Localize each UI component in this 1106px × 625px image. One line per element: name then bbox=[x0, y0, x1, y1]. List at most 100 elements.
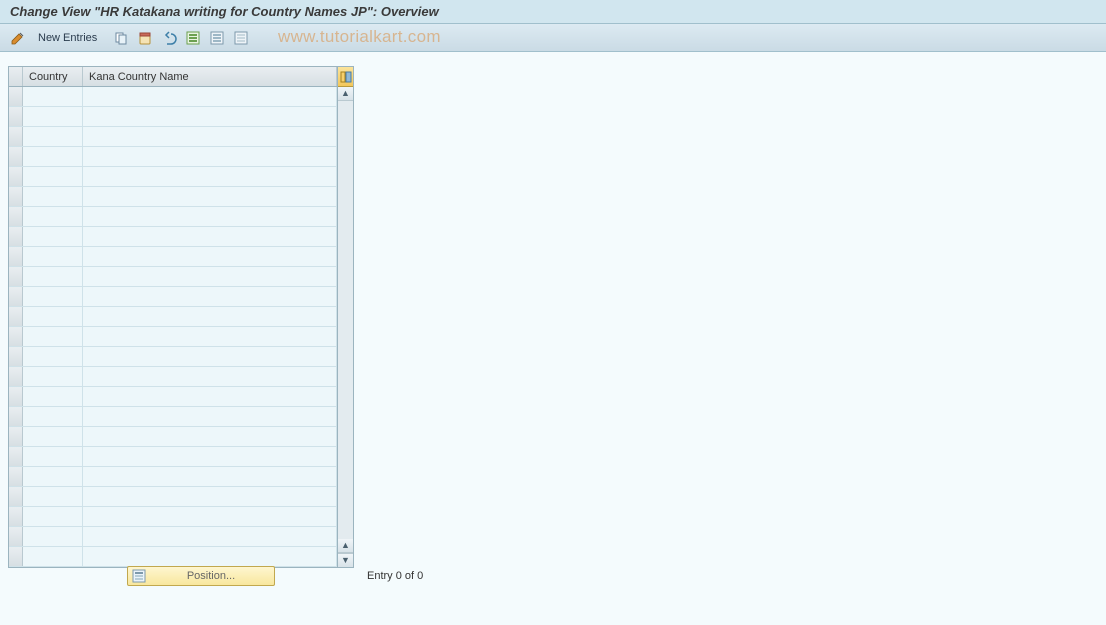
cell-kana-country-name[interactable] bbox=[83, 207, 337, 226]
cell-kana-country-name[interactable] bbox=[83, 487, 337, 506]
cell-country[interactable] bbox=[23, 247, 83, 266]
cell-kana-country-name[interactable] bbox=[83, 467, 337, 486]
cell-kana-country-name[interactable] bbox=[83, 127, 337, 146]
cell-country[interactable] bbox=[23, 307, 83, 326]
cell-kana-country-name[interactable] bbox=[83, 387, 337, 406]
cell-country[interactable] bbox=[23, 387, 83, 406]
row-selector[interactable] bbox=[9, 507, 23, 526]
row-selector[interactable] bbox=[9, 167, 23, 186]
vertical-scrollbar: ▲ ▲ ▼ bbox=[337, 67, 353, 567]
table-row bbox=[9, 467, 337, 487]
cell-kana-country-name[interactable] bbox=[83, 167, 337, 186]
row-selector[interactable] bbox=[9, 147, 23, 166]
row-selector[interactable] bbox=[9, 487, 23, 506]
cell-country[interactable] bbox=[23, 547, 83, 566]
row-selector[interactable] bbox=[9, 267, 23, 286]
copy-as-icon[interactable] bbox=[111, 28, 131, 48]
cell-kana-country-name[interactable] bbox=[83, 287, 337, 306]
cell-country[interactable] bbox=[23, 447, 83, 466]
deselect-all-icon[interactable] bbox=[231, 28, 251, 48]
cell-kana-country-name[interactable] bbox=[83, 227, 337, 246]
cell-country[interactable] bbox=[23, 87, 83, 106]
cell-kana-country-name[interactable] bbox=[83, 507, 337, 526]
cell-country[interactable] bbox=[23, 127, 83, 146]
cell-country[interactable] bbox=[23, 407, 83, 426]
table-header-row: Country Kana Country Name bbox=[9, 67, 337, 87]
row-selector[interactable] bbox=[9, 227, 23, 246]
row-selector[interactable] bbox=[9, 327, 23, 346]
position-button[interactable]: Position... bbox=[127, 566, 275, 586]
row-selector[interactable] bbox=[9, 307, 23, 326]
cell-country[interactable] bbox=[23, 107, 83, 126]
scroll-down-button[interactable]: ▼ bbox=[338, 553, 353, 567]
cell-country[interactable] bbox=[23, 227, 83, 246]
cell-country[interactable] bbox=[23, 327, 83, 346]
table-row bbox=[9, 407, 337, 427]
row-selector[interactable] bbox=[9, 387, 23, 406]
scroll-up-button[interactable]: ▲ bbox=[338, 87, 353, 101]
cell-kana-country-name[interactable] bbox=[83, 447, 337, 466]
table-row bbox=[9, 207, 337, 227]
row-selector[interactable] bbox=[9, 407, 23, 426]
new-entries-button[interactable]: New Entries bbox=[32, 30, 103, 46]
cell-country[interactable] bbox=[23, 267, 83, 286]
cell-country[interactable] bbox=[23, 367, 83, 386]
table-row bbox=[9, 107, 337, 127]
row-selector[interactable] bbox=[9, 427, 23, 446]
row-selector[interactable] bbox=[9, 127, 23, 146]
cell-country[interactable] bbox=[23, 527, 83, 546]
footer-bar: Position... Entry 0 of 0 bbox=[0, 566, 1106, 586]
cell-country[interactable] bbox=[23, 207, 83, 226]
cell-kana-country-name[interactable] bbox=[83, 267, 337, 286]
scrollbar-track[interactable] bbox=[338, 101, 353, 539]
row-selector[interactable] bbox=[9, 547, 23, 566]
row-selector[interactable] bbox=[9, 287, 23, 306]
cell-country[interactable] bbox=[23, 487, 83, 506]
display-change-toggle-icon[interactable] bbox=[8, 28, 28, 48]
scroll-up-step-button[interactable]: ▲ bbox=[338, 539, 353, 553]
cell-country[interactable] bbox=[23, 427, 83, 446]
cell-country[interactable] bbox=[23, 467, 83, 486]
cell-kana-country-name[interactable] bbox=[83, 547, 337, 566]
cell-kana-country-name[interactable] bbox=[83, 367, 337, 386]
cell-country[interactable] bbox=[23, 147, 83, 166]
table-settings-icon[interactable] bbox=[338, 67, 353, 87]
row-selector[interactable] bbox=[9, 447, 23, 466]
row-selector[interactable] bbox=[9, 207, 23, 226]
row-selector[interactable] bbox=[9, 347, 23, 366]
delete-icon[interactable] bbox=[135, 28, 155, 48]
cell-country[interactable] bbox=[23, 287, 83, 306]
cell-kana-country-name[interactable] bbox=[83, 327, 337, 346]
select-all-icon[interactable] bbox=[183, 28, 203, 48]
row-selector[interactable] bbox=[9, 107, 23, 126]
cell-country[interactable] bbox=[23, 167, 83, 186]
cell-kana-country-name[interactable] bbox=[83, 527, 337, 546]
cell-kana-country-name[interactable] bbox=[83, 187, 337, 206]
triangle-down-icon: ▼ bbox=[341, 556, 350, 565]
cell-country[interactable] bbox=[23, 507, 83, 526]
cell-kana-country-name[interactable] bbox=[83, 307, 337, 326]
undo-icon[interactable] bbox=[159, 28, 179, 48]
cell-kana-country-name[interactable] bbox=[83, 247, 337, 266]
cell-kana-country-name[interactable] bbox=[83, 407, 337, 426]
row-selector[interactable] bbox=[9, 467, 23, 486]
row-selector[interactable] bbox=[9, 527, 23, 546]
select-block-icon[interactable] bbox=[207, 28, 227, 48]
table-row bbox=[9, 267, 337, 287]
cell-kana-country-name[interactable] bbox=[83, 347, 337, 366]
row-selector[interactable] bbox=[9, 187, 23, 206]
table-row bbox=[9, 487, 337, 507]
row-selector[interactable] bbox=[9, 247, 23, 266]
table-row bbox=[9, 347, 337, 367]
row-selector-header[interactable] bbox=[9, 67, 23, 86]
column-header-country[interactable]: Country bbox=[23, 67, 83, 86]
cell-country[interactable] bbox=[23, 347, 83, 366]
column-header-kana-country-name[interactable]: Kana Country Name bbox=[83, 67, 337, 86]
cell-kana-country-name[interactable] bbox=[83, 87, 337, 106]
cell-country[interactable] bbox=[23, 187, 83, 206]
cell-kana-country-name[interactable] bbox=[83, 107, 337, 126]
row-selector[interactable] bbox=[9, 87, 23, 106]
row-selector[interactable] bbox=[9, 367, 23, 386]
cell-kana-country-name[interactable] bbox=[83, 427, 337, 446]
cell-kana-country-name[interactable] bbox=[83, 147, 337, 166]
